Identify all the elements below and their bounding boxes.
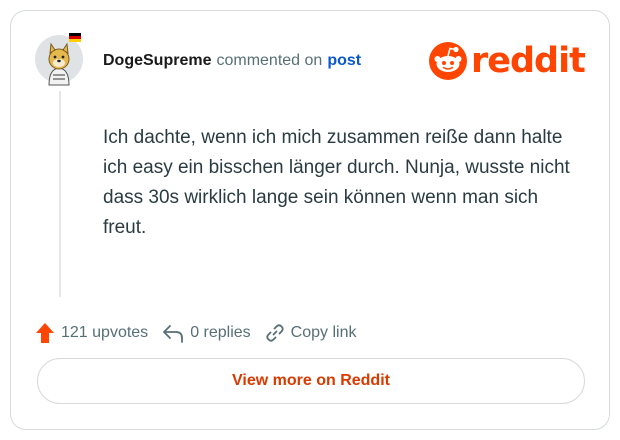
reply-arrow-icon [163,325,184,343]
embedded-comment-card: DogeSupreme commented on post reddit Ich… [10,10,610,430]
comment-body: Ich dachte, wenn ich mich zusammen reiße… [103,127,570,238]
reddit-wordmark: reddit [471,40,586,81]
commented-on-label: commented on [216,52,323,69]
reply-count: 0 replies [190,324,251,341]
reddit-snoo-icon [429,42,467,80]
post-link[interactable]: post [327,52,361,70]
avatar[interactable] [35,33,83,86]
action-bar: 121 upvotes 0 replies Copy link [35,321,370,345]
upvote-button[interactable]: 121 upvotes [35,322,148,344]
reply-button[interactable]: 0 replies [162,323,251,343]
thread-line [59,91,61,297]
copy-link-label: Copy link [290,324,357,341]
upvote-arrow-icon [36,323,54,343]
view-more-button[interactable]: View more on Reddit [37,358,585,404]
comment-header: DogeSupreme commented on post [103,49,361,73]
germany-flag-icon [69,33,81,42]
link-icon [266,324,284,342]
upvote-count: 121 upvotes [61,324,149,341]
author-name[interactable]: DogeSupreme [103,52,211,70]
reddit-logo[interactable]: reddit [429,40,586,81]
copy-link-button[interactable]: Copy link [265,323,357,343]
